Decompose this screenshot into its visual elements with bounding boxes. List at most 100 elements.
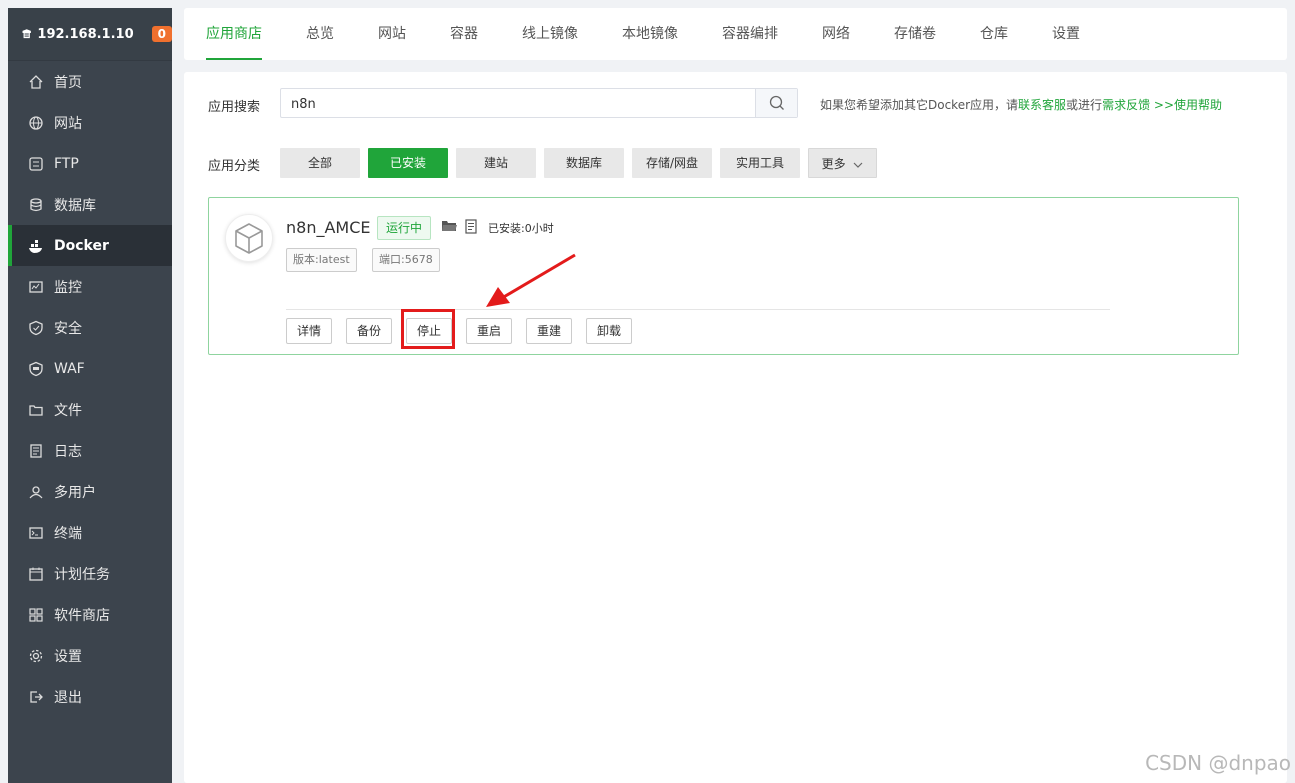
docker-icon	[28, 238, 44, 254]
folder-icon[interactable]	[442, 220, 457, 232]
sidebar-item-11[interactable]: 终端	[8, 512, 172, 553]
sidebar-item-label: Docker	[54, 237, 109, 254]
annotation-arrow	[486, 253, 576, 307]
port-tag[interactable]: 端口:5678	[372, 248, 440, 272]
database-icon	[28, 197, 44, 213]
tab-3[interactable]: 容器	[450, 8, 478, 60]
category-all[interactable]: 全部	[280, 148, 360, 178]
sidebar-item-label: 软件商店	[54, 607, 110, 624]
terminal-icon	[28, 525, 44, 541]
sidebar-item-label: 首页	[54, 74, 82, 91]
sidebar-item-12[interactable]: 计划任务	[8, 553, 172, 594]
gear-icon	[28, 648, 44, 664]
tab-8[interactable]: 存储卷	[894, 8, 936, 60]
sidebar-item-7[interactable]: WAF	[8, 348, 172, 389]
tab-0[interactable]: 应用商店	[206, 8, 262, 60]
sidebar-item-4[interactable]: Docker	[8, 225, 172, 266]
log-icon	[28, 443, 44, 459]
folder-icon	[28, 402, 44, 418]
tab-6[interactable]: 容器编排	[722, 8, 778, 60]
sidebar-item-3[interactable]: 数据库	[8, 184, 172, 225]
category-storage[interactable]: 存储/网盘	[632, 148, 712, 178]
sidebar-item-13[interactable]: 软件商店	[8, 594, 172, 635]
app-logo	[225, 214, 273, 262]
tab-9[interactable]: 仓库	[980, 8, 1008, 60]
cube-icon	[235, 223, 263, 254]
sidebar-item-label: 监控	[54, 279, 82, 296]
sidebar-item-label: 网站	[54, 115, 82, 132]
sidebar-item-2[interactable]: FTP	[8, 143, 172, 184]
sidebar-item-label: 文件	[54, 402, 82, 419]
uninstall-button[interactable]: 卸载	[586, 318, 633, 344]
users-icon	[28, 484, 44, 500]
sidebar-item-14[interactable]: 设置	[8, 635, 172, 676]
sidebar: 192.168.1.10 0 首页网站 FTP 数据库 Docker 监控安全 WAF 文件…	[8, 8, 172, 783]
top-tabs: 应用商店 总览 网站 容器 线上镜像 本地镜像 容器编排 网络 存储卷 仓库 设置	[184, 8, 1287, 60]
server-logo-icon	[22, 29, 31, 39]
sidebar-item-label: 日志	[54, 443, 82, 460]
search-field	[280, 88, 798, 119]
log-icon[interactable]	[465, 219, 479, 234]
category-label: 应用分类	[208, 159, 261, 174]
search-icon	[769, 95, 784, 110]
tab-5[interactable]: 本地镜像	[622, 8, 678, 60]
sidebar-item-label: 数据库	[54, 197, 96, 214]
tab-7[interactable]: 网络	[822, 8, 850, 60]
sidebar-item-9[interactable]: 日志	[8, 430, 172, 471]
tab-4[interactable]: 线上镜像	[522, 8, 578, 60]
app-card: n8n_AMCE 运行中 已安装:0小时 版本:latest 端口:5678 详…	[208, 197, 1239, 355]
category-more[interactable]: 更多	[808, 148, 877, 178]
tab-1[interactable]: 总览	[306, 8, 334, 60]
sidebar-item-label: 计划任务	[54, 566, 110, 583]
feedback-link[interactable]: 需求反馈	[1102, 98, 1150, 112]
category-database[interactable]: 数据库	[544, 148, 624, 178]
search-button[interactable]	[755, 89, 797, 117]
sidebar-menu: 首页网站 FTP 数据库 Docker 监控安全 WAF 文件日志多用户终端计划任务软件商店…	[8, 61, 172, 717]
tab-10[interactable]: 设置	[1052, 8, 1080, 60]
home-icon	[28, 74, 44, 90]
sidebar-item-label: WAF	[54, 360, 85, 377]
sidebar-item-10[interactable]: 多用户	[8, 471, 172, 512]
sidebar-item-5[interactable]: 监控	[8, 266, 172, 307]
calendar-icon	[28, 566, 44, 582]
status-badge: 运行中	[377, 216, 432, 240]
sidebar-item-label: 退出	[54, 689, 82, 706]
installed-time: 已安装:0小时	[488, 222, 554, 235]
ftp-icon	[28, 156, 44, 172]
sidebar-item-1[interactable]: 网站	[8, 102, 172, 143]
backup-button[interactable]: 备份	[346, 318, 393, 344]
category-site[interactable]: 建站	[456, 148, 536, 178]
sidebar-item-label: 安全	[54, 320, 82, 337]
sidebar-item-label: FTP	[54, 155, 79, 172]
app-store-panel: 应用搜索 如果您希望添加其它Docker应用，请联系客服或进行需求反馈 >>使用…	[184, 72, 1287, 783]
sidebar-item-8[interactable]: 文件	[8, 389, 172, 430]
sidebar-item-label: 终端	[54, 525, 82, 542]
chevron-down-icon	[853, 162, 863, 168]
monitor-icon	[28, 279, 44, 295]
sidebar-item-label: 设置	[54, 648, 82, 665]
waf-icon	[28, 361, 44, 377]
grid-icon	[28, 607, 44, 623]
stop-highlight-box	[401, 309, 455, 349]
category-tools[interactable]: 实用工具	[720, 148, 800, 178]
contact-support-link[interactable]: 联系客服	[1018, 98, 1066, 112]
sidebar-item-15[interactable]: 退出	[8, 676, 172, 717]
search-input[interactable]	[281, 89, 763, 119]
sidebar-item-0[interactable]: 首页	[8, 61, 172, 102]
sidebar-item-6[interactable]: 安全	[8, 307, 172, 348]
details-button[interactable]: 详情	[286, 318, 333, 344]
sidebar-item-label: 多用户	[54, 484, 96, 501]
server-ip: 192.168.1.10	[37, 26, 134, 42]
category-installed[interactable]: 已安装	[368, 148, 448, 178]
tab-2[interactable]: 网站	[378, 8, 406, 60]
restart-button[interactable]: 重启	[466, 318, 513, 344]
app-name: n8n_AMCE	[286, 218, 371, 237]
rebuild-button[interactable]: 重建	[526, 318, 573, 344]
help-link[interactable]: >>使用帮助	[1154, 98, 1222, 112]
notification-badge[interactable]: 0	[151, 26, 172, 42]
version-tag: 版本:latest	[286, 248, 357, 272]
shield-icon	[28, 320, 44, 336]
server-header: 192.168.1.10 0	[8, 8, 172, 61]
search-label: 应用搜索	[208, 100, 261, 115]
search-hint: 如果您希望添加其它Docker应用，请联系客服或进行需求反馈 >>使用帮助	[820, 98, 1223, 112]
